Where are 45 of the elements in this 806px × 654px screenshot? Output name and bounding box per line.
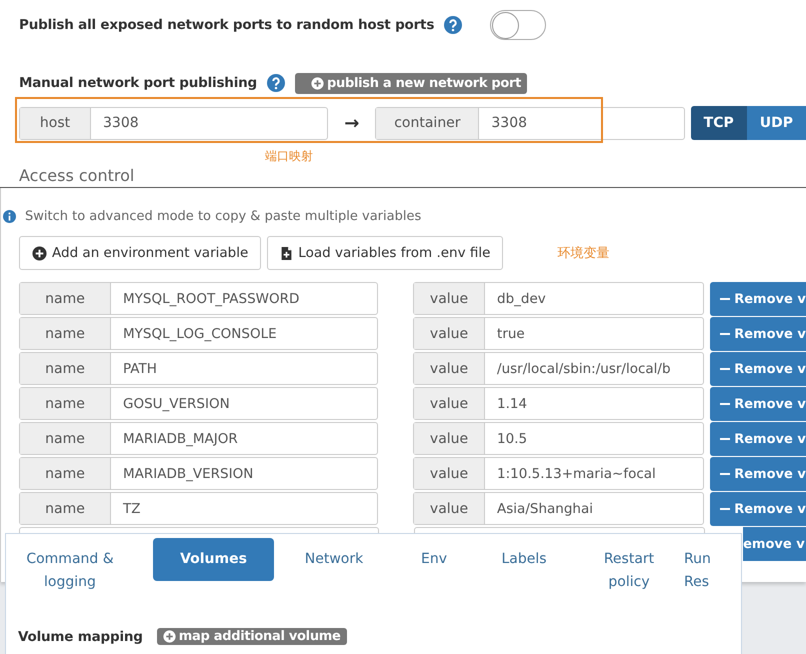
annotation-text: 环境变量 — [557, 245, 610, 262]
value-field[interactable]: value db_dev — [413, 282, 704, 315]
remove-button[interactable]: Remove v — [710, 352, 806, 386]
remove-button[interactable]: emove v — [743, 527, 806, 561]
remove-button[interactable]: Remove v — [710, 422, 806, 456]
remove-button[interactable]: Remove v — [710, 282, 806, 316]
name-field[interactable]: name MARIADB_MAJOR — [19, 422, 378, 455]
name-field[interactable]: name PATH — [19, 352, 378, 385]
value-field[interactable]: value Asia/Shanghai — [413, 492, 704, 525]
container-port-field[interactable]: container 3308 — [375, 106, 685, 140]
name-field[interactable]: name GOSU_VERSION — [19, 387, 378, 420]
manual-publishing-label: Manual network port publishing — [19, 75, 257, 91]
publish-all-label: Publish all exposed network ports to random host ports — [19, 17, 434, 33]
publish-port-button[interactable]: publish a new network port — [295, 72, 528, 94]
remove-button[interactable]: Remove v — [710, 317, 806, 351]
volume-mapping-label: Volume mapping — [18, 628, 143, 644]
name-field[interactable]: name MYSQL_ROOT_PASSWORD — [19, 282, 378, 315]
remove-button[interactable]: Remove v — [710, 387, 806, 421]
protocol-button[interactable]: UDP — [746, 106, 806, 140]
value-field[interactable]: value 10.5 — [413, 422, 704, 455]
hint-text: Switch to advanced mode to copy & paste multiple variables — [25, 208, 422, 224]
name-field[interactable]: name TZ — [19, 492, 378, 525]
value-field[interactable]: value 1:10.5.13+maria~focal — [413, 457, 704, 490]
remove-button[interactable]: Remove v — [710, 492, 806, 526]
remove-button[interactable]: Remove v — [710, 457, 806, 491]
tab[interactable]: Labels — [474, 538, 574, 581]
tab[interactable]: Command & logging — [20, 538, 120, 604]
section-heading: Access control — [19, 166, 136, 186]
add-variable-button[interactable]: Add an environment variable — [19, 236, 262, 270]
annotation-text: 端口映射 — [265, 148, 314, 164]
tab[interactable]: Restart policy — [594, 538, 664, 604]
value-field[interactable]: value /usr/local/sbin:/usr/local/b — [413, 352, 704, 385]
name-field[interactable]: name MYSQL_LOG_CONSOLE — [19, 317, 378, 350]
tab[interactable]: Run Res — [684, 538, 718, 604]
host-port-field[interactable]: host 3308 — [19, 106, 328, 140]
protocol-button[interactable]: TCP — [690, 106, 747, 140]
tab[interactable]: Env — [394, 538, 474, 581]
tab[interactable]: Volumes — [153, 538, 274, 581]
map-volume-button[interactable]: map additional volume — [156, 628, 347, 645]
value-field[interactable]: value 1.14 — [413, 387, 704, 420]
load-file-button[interactable]: Load variables from .env file — [267, 236, 504, 270]
value-field[interactable]: value true — [413, 317, 704, 350]
name-field[interactable]: name MARIADB_VERSION — [19, 457, 378, 490]
tab[interactable]: Network — [274, 538, 394, 581]
right-arrow: → — [343, 112, 360, 134]
